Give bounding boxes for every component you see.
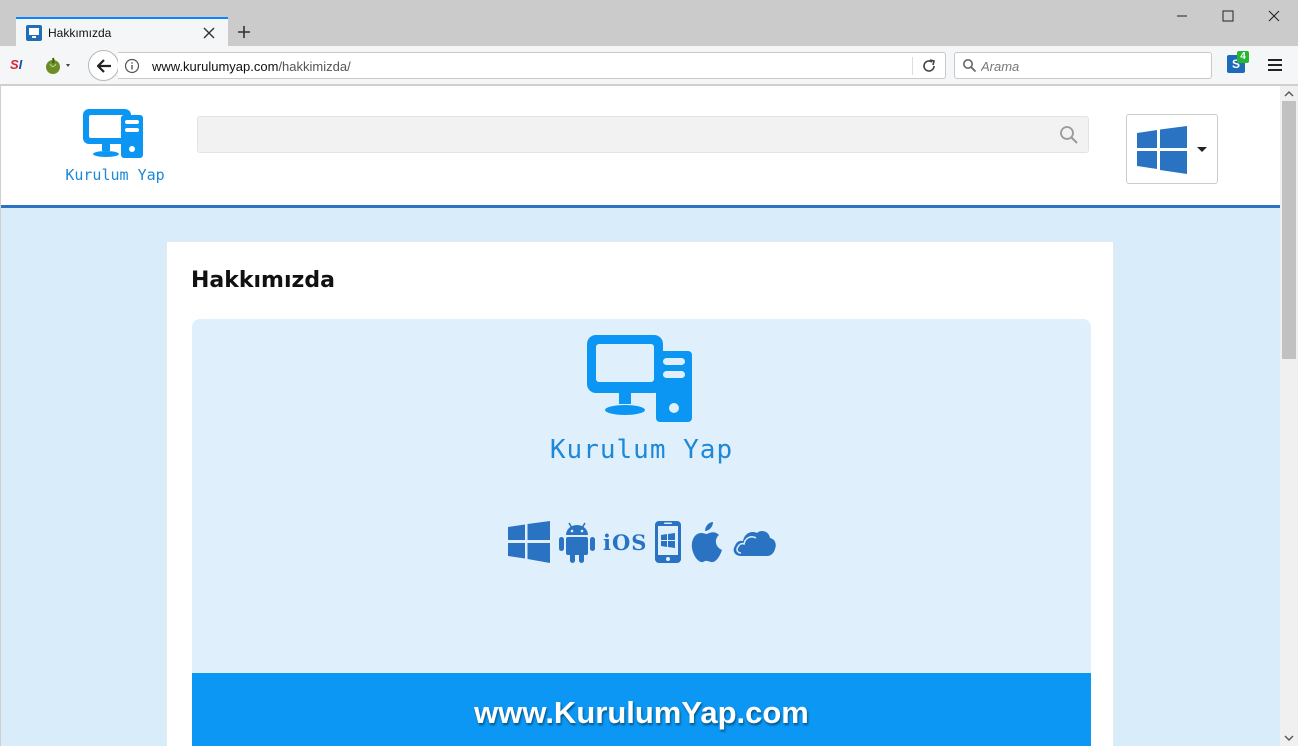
close-tab-icon[interactable] [202,26,216,40]
address-bar[interactable]: www.kurulumyap.com/hakkimizda/ [118,52,946,79]
arrow-left-icon [96,58,111,73]
maximize-icon[interactable] [1218,6,1238,26]
info-icon[interactable] [124,58,140,74]
tab-title: Hakkımızda [48,25,112,40]
site-search-box[interactable] [197,116,1089,153]
url-text[interactable]: www.kurulumyap.com/hakkimizda/ [152,59,351,74]
extension-si-button[interactable]: SI [10,57,22,72]
browser-search-box[interactable] [954,52,1212,79]
banner-logo-text: Kurulum Yap [549,435,734,465]
hamburger-menu-icon[interactable] [1266,56,1284,74]
browser-tab-active[interactable]: Hakkımızda [16,17,228,46]
android-icon [559,522,595,563]
url-path: /hakkimizda/ [278,59,351,74]
windows-icon [508,521,550,563]
site-search-input[interactable] [208,125,1048,145]
new-tab-icon[interactable] [234,22,254,42]
platform-icons-row: iOS [507,517,787,567]
browser-search-input[interactable] [981,56,1201,76]
extension-badge: 4 [1237,51,1249,63]
url-host: www.kurulumyap.com [152,59,279,74]
vertical-scrollbar[interactable] [1280,86,1298,746]
os-selector-dropdown[interactable] [1126,114,1218,184]
computer-logo-icon [587,335,692,422]
site-logo[interactable]: Kurulum Yap [63,106,167,186]
page-viewport: Kurulum Yap Hakkımızda Kurulum Yap iOS w… [1,86,1280,746]
site-logo-text: Kurulum Yap [65,166,165,184]
computer-logo-icon [83,109,143,158]
extension-si-left: S [10,57,19,72]
content-card: Hakkımızda Kurulum Yap iOS www.KurulumYa… [166,241,1114,746]
back-button[interactable] [88,50,119,81]
windows-icon [1137,126,1187,174]
tor-onion-icon[interactable] [44,55,76,75]
site-header: Kurulum Yap [1,86,1280,208]
site-favicon-icon [26,24,42,41]
close-window-icon[interactable] [1264,6,1284,26]
navigation-toolbar: SI www.kurulumyap.com/hakkimizda/ S 4 [0,46,1298,85]
about-banner-image: Kurulum Yap iOS www.KurulumYap.com [192,319,1091,746]
windows-phone-icon [655,521,682,563]
apple-icon [692,522,723,563]
search-icon[interactable] [1059,125,1079,145]
chevron-down-icon [1197,147,1207,152]
ios-icon: iOS [603,529,648,555]
url-separator [912,57,913,75]
scroll-down-arrow-icon[interactable] [1284,733,1294,743]
title-bar: Hakkımızda [0,0,1298,46]
scroll-up-arrow-icon[interactable] [1284,89,1294,99]
search-icon [963,59,977,73]
banner-footer: www.KurulumYap.com [192,673,1091,746]
reload-icon[interactable] [921,58,937,74]
page-title: Hakkımızda [191,268,335,293]
scrollbar-thumb[interactable] [1282,101,1296,359]
minimize-icon[interactable] [1172,6,1192,26]
extension-si-right: I [18,57,23,72]
banner-url-text: www.KurulumYap.com [474,695,809,730]
cloud-icon [734,530,777,556]
